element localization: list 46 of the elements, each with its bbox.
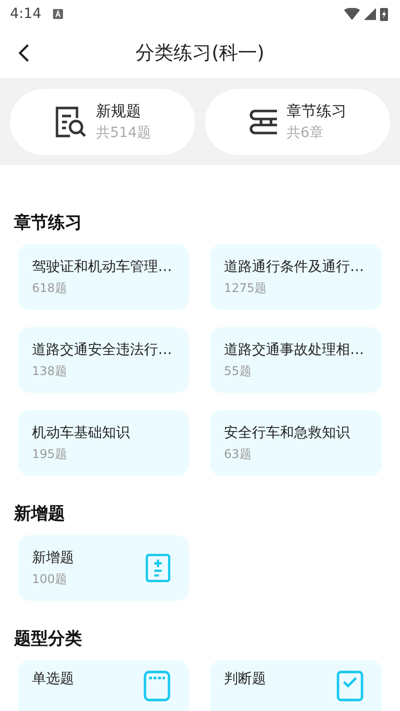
- page-title: 分类练习(科一): [136, 41, 264, 66]
- question-count: 63题: [224, 446, 252, 462]
- card-title: 驾驶证和机动车管理…: [32, 258, 172, 276]
- notification-icon: [53, 9, 64, 19]
- summary-title: 新规题: [96, 102, 142, 120]
- book-icon: [248, 106, 278, 136]
- signal-icon: [364, 8, 376, 20]
- card-title: 道路交通安全违法行…: [32, 340, 172, 358]
- card-title: 单选题: [32, 670, 74, 688]
- section-title: 章节练习: [13, 212, 83, 235]
- back-icon[interactable]: [18, 43, 30, 63]
- summary-card[interactable]: 章节练习 共6章: [205, 88, 390, 154]
- category-card[interactable]: 道路通行条件及通行… 1275题: [210, 244, 382, 310]
- category-card[interactable]: 机动车基础知识 195题: [18, 410, 189, 476]
- category-card[interactable]: 单选题: [18, 660, 189, 711]
- wifi-icon: [344, 8, 360, 20]
- card-title: 道路通行条件及通行…: [224, 258, 364, 276]
- checkbox-icon: [336, 670, 364, 702]
- summary-title: 章节练习: [286, 102, 346, 120]
- question-count: 1275题: [224, 280, 268, 296]
- summary-card[interactable]: 新规题 共514题: [10, 88, 195, 154]
- summary-count: 共514题: [96, 124, 151, 142]
- section-title: 题型分类: [12, 628, 83, 651]
- category-card[interactable]: 安全行车和急救知识 63题: [210, 410, 382, 476]
- status-time: 4:14: [10, 6, 42, 22]
- question-count: 138题: [32, 362, 68, 380]
- summary-count: 共6章: [286, 124, 324, 142]
- document-plus-minus-icon: [145, 552, 171, 584]
- category-card[interactable]: 道路交通事故处理相… 55题: [210, 327, 382, 393]
- battery-icon: [380, 7, 388, 21]
- category-card[interactable]: 驾驶证和机动车管理… 618题: [18, 244, 189, 310]
- category-card[interactable]: 判断题: [210, 660, 382, 711]
- question-count: 100题: [32, 570, 68, 588]
- card-title: 机动车基础知识: [32, 424, 130, 442]
- category-card[interactable]: 新增题 100题: [18, 535, 189, 601]
- question-count: 55题: [224, 362, 252, 380]
- question-count: 195题: [32, 446, 68, 462]
- card-title: 道路交通事故处理相…: [224, 340, 364, 358]
- section-title: 新增题: [12, 503, 66, 526]
- category-card[interactable]: 道路交通安全违法行… 138题: [18, 327, 189, 393]
- document-search-icon: [54, 106, 88, 138]
- card-title: 安全行车和急救知识: [224, 424, 350, 442]
- question-count: 618题: [32, 280, 68, 296]
- card-title: 新增题: [32, 548, 74, 566]
- card-title: 判断题: [224, 670, 266, 688]
- list-icon: [143, 670, 171, 702]
